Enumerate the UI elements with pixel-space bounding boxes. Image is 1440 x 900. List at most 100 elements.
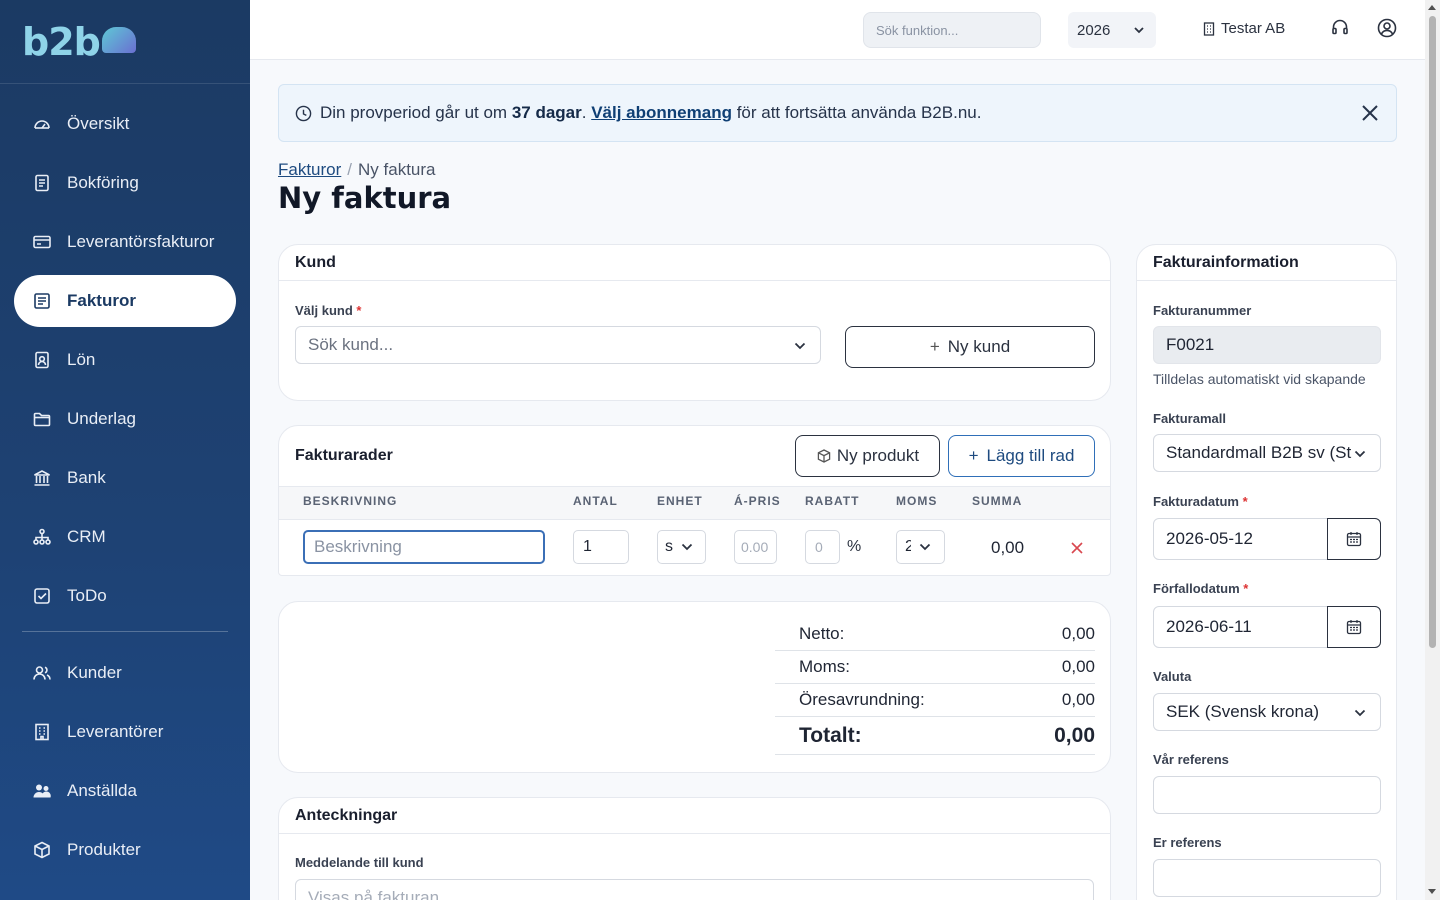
- invoice-template-select[interactable]: Standardmall B2B sv (St: [1153, 434, 1381, 472]
- choose-subscription-link[interactable]: Välj abonnemang: [591, 103, 732, 123]
- due-date-input[interactable]: 2026-06-11: [1153, 606, 1381, 648]
- sidebar-item-leverantorer[interactable]: Leverantörer: [14, 706, 236, 758]
- users-icon: [32, 663, 52, 683]
- customer-select-label: Välj kund *: [295, 303, 362, 318]
- logo[interactable]: b2b: [0, 0, 250, 84]
- sidebar-item-kunder[interactable]: Kunder: [14, 647, 236, 699]
- sidebar-item-label: Underlag: [67, 409, 136, 428]
- row-description-input[interactable]: Beskrivning: [303, 530, 545, 564]
- new-customer-button[interactable]: + Ny kund: [845, 326, 1095, 368]
- invoice-info-card: Fakturainformation Fakturanummer F0021 T…: [1136, 244, 1397, 900]
- gauge-icon: [32, 114, 52, 134]
- notes-card: Anteckningar Meddelande till kund Visas …: [278, 797, 1111, 900]
- column-header-sum: SUMMA: [972, 494, 1023, 508]
- sidebar-item-leverantorsfakturor[interactable]: Leverantörsfakturor: [14, 216, 236, 268]
- trial-text: Din provperiod går ut om: [320, 103, 512, 122]
- netto-label: Netto:: [799, 624, 845, 643]
- currency-label: Valuta: [1153, 669, 1192, 684]
- customer-card-title: Kund: [279, 245, 1110, 281]
- card-icon: [32, 232, 52, 252]
- delete-row-icon[interactable]: [1071, 542, 1083, 554]
- totals-netto-row: Netto: 0,00: [775, 618, 1095, 651]
- sidebar-item-underlag[interactable]: Underlag: [14, 393, 236, 445]
- sidebar-item-lon[interactable]: Lön: [14, 334, 236, 386]
- row-price-input[interactable]: 0.00: [734, 530, 777, 564]
- sidebar-nav: Översikt Bokföring Leverantörsfakturor F…: [0, 84, 250, 876]
- bank-icon: [32, 468, 52, 488]
- sidebar-item-bank[interactable]: Bank: [14, 452, 236, 504]
- invoice-date-value: 2026-05-12: [1166, 529, 1253, 548]
- column-header-vat: MOMS: [896, 494, 938, 508]
- sidebar-item-label: Leverantörsfakturor: [67, 232, 215, 251]
- invoice-number-label: Fakturanummer: [1153, 303, 1252, 318]
- totals-rounding-row: Öresavrundning: 0,00: [775, 684, 1095, 717]
- box-icon: [32, 840, 52, 860]
- invoice-date-input[interactable]: 2026-05-12: [1153, 518, 1381, 560]
- breadcrumb-fakturor-link[interactable]: Fakturor: [278, 160, 341, 179]
- invoice-number-field: F0021: [1153, 326, 1381, 364]
- sidebar-item-crm[interactable]: CRM: [14, 511, 236, 563]
- customer-select[interactable]: Sök kund...: [295, 326, 821, 364]
- row-discount-input[interactable]: 0: [805, 530, 840, 564]
- user-avatar-icon[interactable]: [1377, 18, 1397, 38]
- row-unit-value: s: [665, 538, 673, 555]
- function-search-input[interactable]: Sök funktion...: [863, 12, 1041, 48]
- chevron-down-icon: [1354, 709, 1366, 717]
- year-select[interactable]: 2026: [1068, 12, 1156, 48]
- headset-icon[interactable]: [1330, 18, 1350, 38]
- sidebar-item-bokforing[interactable]: Bokföring: [14, 157, 236, 209]
- your-reference-input[interactable]: [1153, 859, 1381, 897]
- building-icon: [1203, 21, 1215, 36]
- moms-label: Moms:: [799, 657, 850, 676]
- due-date-value: 2026-06-11: [1166, 617, 1252, 636]
- scroll-thumb[interactable]: [1429, 16, 1436, 648]
- due-date-label: Förfallodatum *: [1153, 581, 1249, 596]
- sidebar-item-label: Anställda: [67, 781, 137, 800]
- totals-moms-row: Moms: 0,00: [775, 651, 1095, 684]
- our-reference-input[interactable]: [1153, 776, 1381, 814]
- row-quantity-input[interactable]: 1: [573, 530, 629, 564]
- company-switcher[interactable]: Testar AB: [1203, 20, 1285, 37]
- page-scrollbar[interactable]: [1425, 0, 1440, 900]
- sidebar-item-fakturor[interactable]: Fakturor: [14, 275, 236, 327]
- sidebar-divider: [22, 631, 228, 632]
- new-product-button[interactable]: Ny produkt: [795, 435, 940, 477]
- scroll-down-icon[interactable]: [1428, 889, 1436, 894]
- ledger-icon: [32, 173, 52, 193]
- totals-total-row: Totalt: 0,00: [775, 717, 1095, 755]
- sidebar-item-label: Fakturor: [67, 291, 136, 310]
- people-icon: [32, 781, 52, 801]
- sidebar-item-anstallda[interactable]: Anställda: [14, 765, 236, 817]
- add-row-button[interactable]: + Lägg till rad: [948, 435, 1095, 477]
- total-label: Totalt:: [799, 723, 862, 747]
- invoice-date-picker-button[interactable]: [1327, 518, 1381, 560]
- trial-text-2: .: [581, 103, 592, 122]
- chevron-down-icon: [919, 543, 931, 551]
- plus-icon: +: [968, 446, 979, 465]
- row-vat-value: 2: [905, 538, 911, 556]
- currency-value: SEK (Svensk krona): [1166, 702, 1320, 721]
- sidebar-item-oversikt[interactable]: Översikt: [14, 98, 236, 150]
- invoice-info-title: Fakturainformation: [1137, 245, 1396, 281]
- folder-icon: [32, 409, 52, 429]
- row-unit-select[interactable]: s: [657, 530, 706, 564]
- currency-select[interactable]: SEK (Svensk krona): [1153, 693, 1381, 731]
- sidebar-item-label: Lön: [67, 350, 96, 369]
- our-reference-label: Vår referens: [1153, 752, 1229, 767]
- close-icon[interactable]: [1360, 103, 1380, 123]
- your-reference-label: Er referens: [1153, 835, 1222, 850]
- sidebar-item-todo[interactable]: ToDo: [14, 570, 236, 622]
- topbar: Sök funktion... 2026 Testar AB: [250, 0, 1425, 60]
- row-vat-select[interactable]: 2: [896, 530, 945, 564]
- invoice-number-hint: Tilldelas automatiskt vid skapande: [1153, 371, 1366, 387]
- scroll-up-icon[interactable]: [1428, 5, 1436, 10]
- sidebar-item-produkter[interactable]: Produkter: [14, 824, 236, 876]
- column-header-description: BESKRIVNING: [303, 494, 398, 508]
- trial-days: 37 dagar: [511, 103, 582, 122]
- customer-message-input[interactable]: Visas på fakturan: [295, 879, 1094, 900]
- sidebar-item-label: Kunder: [67, 663, 122, 682]
- breadcrumb-separator: /: [347, 160, 353, 179]
- breadcrumb: Fakturor / Ny faktura: [278, 160, 436, 180]
- company-name: Testar AB: [1221, 20, 1286, 37]
- due-date-picker-button[interactable]: [1327, 606, 1381, 648]
